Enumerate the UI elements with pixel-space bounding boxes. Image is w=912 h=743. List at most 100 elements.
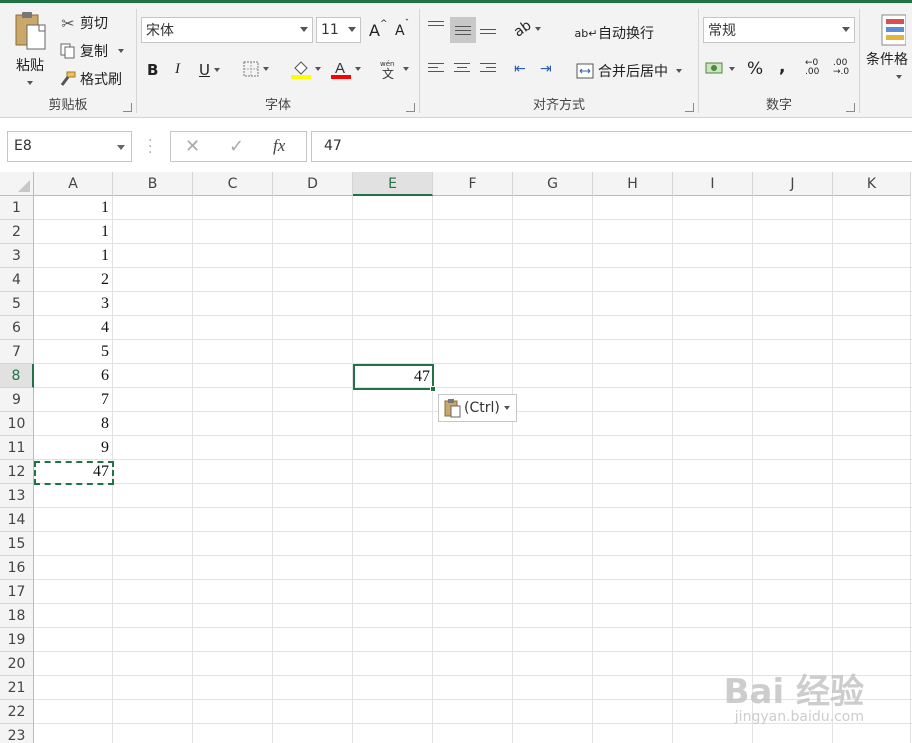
align-bottom-button[interactable] xyxy=(480,25,496,34)
conditional-formatting-button[interactable]: 条件格 xyxy=(866,13,908,79)
cell-A9[interactable]: 7 xyxy=(34,388,113,412)
dialog-launcher-icon[interactable] xyxy=(685,103,694,112)
percent-style-button[interactable]: % xyxy=(747,59,763,79)
phonetic-button[interactable]: wén 文 xyxy=(379,59,409,79)
row-header-1[interactable]: 1 xyxy=(0,196,34,220)
spreadsheet-grid[interactable]: A B C D E F G H I J K 1 2 3 4 5 6 7 8 9 10 11 12 13 14 15 16 17 18 19… xyxy=(0,172,912,743)
cell-A2[interactable]: 1 xyxy=(34,220,113,244)
row-header-16[interactable]: 16 xyxy=(0,556,34,580)
row-header-15[interactable]: 15 xyxy=(0,532,34,556)
bold-button[interactable]: B xyxy=(147,61,158,79)
align-middle-button[interactable] xyxy=(450,17,476,43)
cell-A5[interactable]: 3 xyxy=(34,292,113,316)
row-header-20[interactable]: 20 xyxy=(0,652,34,676)
dialog-launcher-icon[interactable] xyxy=(123,103,132,112)
chevron-down-icon[interactable] xyxy=(118,49,124,53)
align-top-button[interactable] xyxy=(428,21,444,30)
fill-handle[interactable] xyxy=(430,386,436,392)
orientation-button[interactable]: ab xyxy=(511,17,542,41)
number-format-dropdown[interactable]: 常规 xyxy=(703,17,855,43)
row-header-10[interactable]: 10 xyxy=(0,412,34,436)
format-painter-button[interactable]: 格式刷 xyxy=(58,69,122,89)
italic-button[interactable]: I xyxy=(175,61,180,78)
row-header-9[interactable]: 9 xyxy=(0,388,34,412)
cell-A11[interactable]: 9 xyxy=(34,436,113,460)
drag-handle-icon[interactable]: · · · xyxy=(148,134,152,160)
chevron-down-icon xyxy=(503,406,510,410)
increase-font-button[interactable]: A ^ xyxy=(369,19,388,41)
watermark-url: jingyan.baidu.com xyxy=(734,709,864,725)
row-header-4[interactable]: 4 xyxy=(0,268,34,292)
row-header-2[interactable]: 2 xyxy=(0,220,34,244)
cell-A3[interactable]: 1 xyxy=(34,244,113,268)
column-header-G[interactable]: G xyxy=(513,172,593,196)
comma-style-button[interactable]: , xyxy=(779,57,785,77)
fill-color-button[interactable] xyxy=(291,59,321,79)
row-header-6[interactable]: 6 xyxy=(0,316,34,340)
decrease-decimal-button[interactable]: .00 →.0 xyxy=(833,59,849,77)
wrap-text-button[interactable]: ab↵ 自动换行 xyxy=(575,23,654,43)
chevron-down-icon[interactable] xyxy=(27,81,33,85)
gridline xyxy=(592,196,593,743)
cell-A8[interactable]: 6 xyxy=(34,364,113,388)
cell-A4[interactable]: 2 xyxy=(34,268,113,292)
row-header-17[interactable]: 17 xyxy=(0,580,34,604)
row-header-14[interactable]: 14 xyxy=(0,508,34,532)
align-left-button[interactable] xyxy=(428,63,444,72)
cancel-icon[interactable]: ✕ xyxy=(185,136,200,157)
accounting-format-button[interactable] xyxy=(705,61,735,77)
dialog-launcher-icon[interactable] xyxy=(846,103,855,112)
select-all-button[interactable] xyxy=(0,172,34,196)
row-header-5[interactable]: 5 xyxy=(0,292,34,316)
confirm-icon[interactable]: ✓ xyxy=(229,136,244,157)
active-cell-E8[interactable]: 47 xyxy=(353,364,436,392)
formula-input[interactable]: 47 xyxy=(311,131,912,162)
insert-function-icon[interactable]: fx xyxy=(273,136,285,156)
merge-center-button[interactable]: 合并后居中 xyxy=(576,61,682,81)
row-header-21[interactable]: 21 xyxy=(0,676,34,700)
align-center-button[interactable] xyxy=(454,63,470,72)
font-size-dropdown[interactable]: 11 xyxy=(316,17,361,43)
row-header-22[interactable]: 22 xyxy=(0,700,34,724)
row-header-13[interactable]: 13 xyxy=(0,484,34,508)
borders-button[interactable] xyxy=(243,61,269,77)
column-header-J[interactable]: J xyxy=(753,172,833,196)
column-header-C[interactable]: C xyxy=(193,172,273,196)
column-header-D[interactable]: D xyxy=(273,172,353,196)
column-header-A[interactable]: A xyxy=(34,172,113,196)
dialog-launcher-icon[interactable] xyxy=(406,103,415,112)
copy-button[interactable]: 复制 xyxy=(58,41,124,61)
column-header-I[interactable]: I xyxy=(673,172,753,196)
underline-button[interactable]: U xyxy=(199,61,220,79)
percent-icon: % xyxy=(747,59,764,79)
paste-button[interactable]: 粘贴 xyxy=(8,11,52,91)
cell-A6[interactable]: 4 xyxy=(34,316,113,340)
column-header-F[interactable]: F xyxy=(433,172,513,196)
row-header-7[interactable]: 7 xyxy=(0,340,34,364)
increase-decimal-button[interactable]: ←0.00 xyxy=(805,59,819,77)
row-header-8[interactable]: 8 xyxy=(0,364,34,388)
row-header-23[interactable]: 23 xyxy=(0,724,34,743)
row-header-11[interactable]: 11 xyxy=(0,436,34,460)
column-header-H[interactable]: H xyxy=(593,172,673,196)
row-header-12[interactable]: 12 xyxy=(0,460,34,484)
column-header-E[interactable]: E xyxy=(353,172,433,196)
decrease-font-button[interactable]: Aˇ xyxy=(395,19,409,39)
decrease-indent-button[interactable]: ⇤ xyxy=(514,61,526,77)
row-header-19[interactable]: 19 xyxy=(0,628,34,652)
column-header-B[interactable]: B xyxy=(113,172,193,196)
cut-button[interactable]: ✂ 剪切 xyxy=(58,13,108,33)
cell-A1[interactable]: 1 xyxy=(34,196,113,220)
paste-options-button[interactable]: (Ctrl) xyxy=(438,394,517,422)
cell-A10[interactable]: 8 xyxy=(34,412,113,436)
font-color-button[interactable]: A xyxy=(331,59,361,79)
row-header-3[interactable]: 3 xyxy=(0,244,34,268)
row-header-18[interactable]: 18 xyxy=(0,604,34,628)
align-right-button[interactable] xyxy=(480,63,496,72)
font-name-dropdown[interactable]: 宋体 xyxy=(141,17,313,43)
column-header-K[interactable]: K xyxy=(833,172,911,196)
increase-indent-button[interactable]: ⇥ xyxy=(540,61,552,77)
cell-A7[interactable]: 5 xyxy=(34,340,113,364)
chevron-down-icon[interactable] xyxy=(117,145,125,150)
name-box[interactable]: E8 xyxy=(7,131,132,162)
